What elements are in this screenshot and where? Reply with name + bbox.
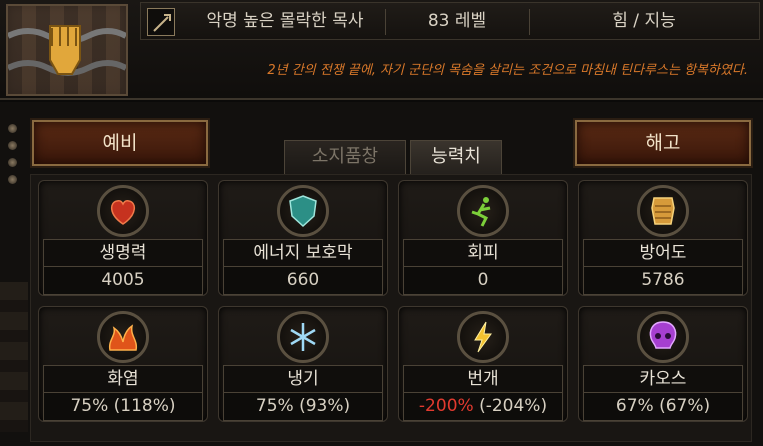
skull-icon [637,311,689,363]
stat-card-lightning: 번개 -200% (-204%) [398,306,568,422]
stat-label: 번개 [403,365,563,393]
stat-label: 카오스 [583,365,743,393]
stat-card-life: 생명력 4005 [38,180,208,296]
mercenary-name: 악명 높은 몰락한 목사 [206,11,364,31]
info-row: 악명 높은 몰락한 목사 83 레벨 힘 / 지능 [140,2,760,40]
stat-value: 5786 [583,267,743,295]
evasion-icon [457,185,509,237]
flavor-text: 2년 간의 전쟁 끝에, 자기 군단의 목숨을 살리는 조건으로 마침내 틴다루… [267,62,748,78]
stat-card-fire: 화염 75% (118%) [38,306,208,422]
stat-label: 냉기 [223,365,383,393]
divider [385,9,386,35]
rivets [8,124,22,192]
stat-label: 회피 [403,239,563,267]
stat-value: 660 [223,267,383,295]
stat-card-evasion: 회피 0 [398,180,568,296]
side-chain [0,282,28,432]
tab-inventory[interactable]: 소지품창 [284,140,406,174]
stat-card-energy-shield: 에너지 보호막 660 [218,180,388,296]
snowflake-icon [277,311,329,363]
stat-card-armour: 방어도 5786 [578,180,748,296]
stat-card-chaos: 카오스 67% (67%) [578,306,748,422]
divider [529,9,530,35]
stat-value-negative: -200% [418,396,474,416]
stat-value: 67% (67%) [583,393,743,421]
portrait [6,4,128,96]
stat-label: 생명력 [43,239,203,267]
class-icon [147,8,175,36]
stat-value: -200% (-204%) [403,393,563,421]
stat-value: 4005 [43,267,203,295]
stat-value-rest: (-204%) [473,396,548,416]
lightning-icon [457,311,509,363]
mercenary-attributes: 힘 / 지능 [612,11,676,31]
reserve-button[interactable]: 예비 [32,120,208,166]
stat-label: 방어도 [583,239,743,267]
tab-stats[interactable]: 능력치 [410,140,502,174]
stat-label: 에너지 보호막 [223,239,383,267]
stat-value: 75% (118%) [43,393,203,421]
fist-chain-icon [8,25,126,76]
armour-icon [637,185,689,237]
mercenary-level: 83 레벨 [427,11,487,31]
stat-value: 0 [403,267,563,295]
stat-label: 화염 [43,365,203,393]
mercenary-header: 악명 높은 몰락한 목사 83 레벨 힘 / 지능 2년 간의 전쟁 끝에, 자… [0,0,763,100]
fire-icon [97,311,149,363]
dismiss-button[interactable]: 해고 [575,120,751,166]
stat-card-cold: 냉기 75% (93%) [218,306,388,422]
shield-icon [277,185,329,237]
stat-value: 75% (93%) [223,393,383,421]
heart-icon [97,185,149,237]
